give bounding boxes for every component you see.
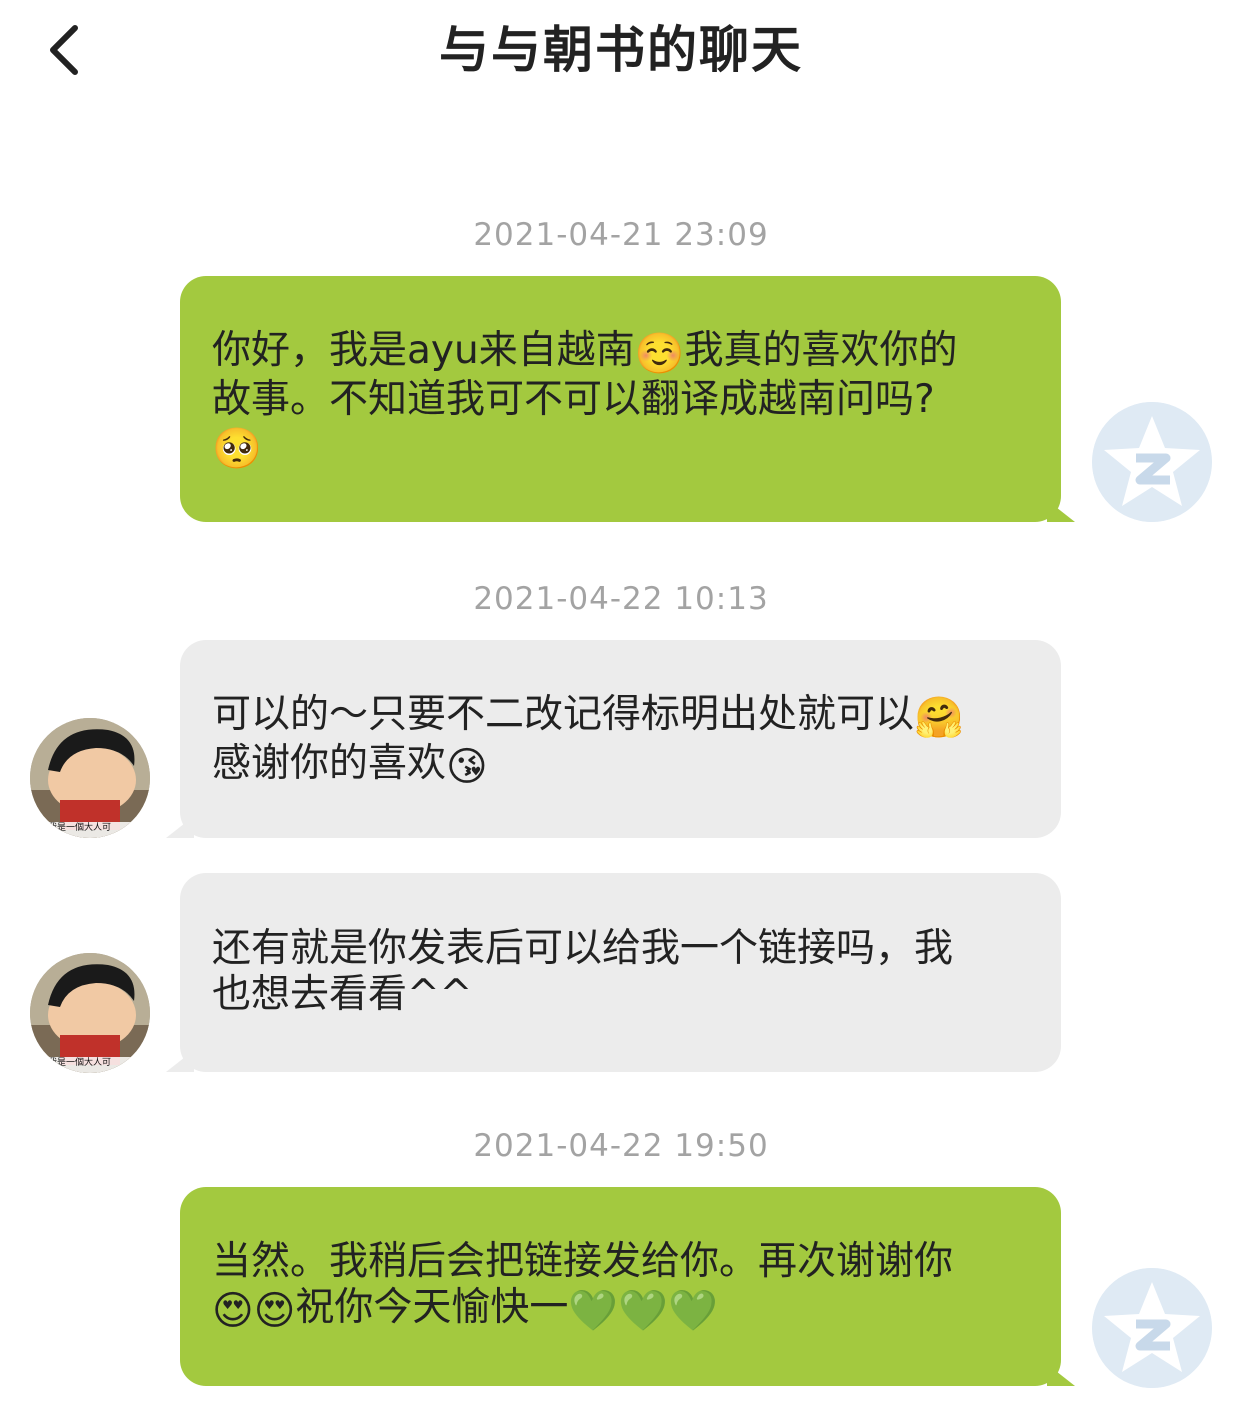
message-line: 🥺: [212, 423, 1021, 472]
message-text: 当然。我稍后会把链接发给你。再次谢谢你 😍😍祝你今天愉快一💚💚💚: [212, 1239, 1021, 1334]
emoji-icon: 🤗: [914, 695, 964, 741]
emoji-icon: 😘: [446, 744, 488, 790]
emoji-icon: 💚: [568, 1288, 619, 1334]
message-text: 你好，我是ayu来自越南☺️我真的喜欢你的 故事。不知道我可不可以翻译成越南问吗?…: [212, 328, 1021, 472]
message-bubble-sent[interactable]: 当然。我稍后会把链接发给你。再次谢谢你 😍😍祝你今天愉快一💚💚💚: [180, 1187, 1075, 1386]
message-text-run: 你好，我是ayu来自越南: [212, 328, 635, 373]
bubble-tail: [1047, 1364, 1075, 1386]
emoji-icon: 😍: [212, 1288, 254, 1334]
timestamp: 2021-04-21 23:09: [473, 217, 769, 253]
message-text-run: 感谢你的喜欢: [212, 741, 447, 786]
message-text-run: 故事。不知道我可不可以翻译成越南问吗?: [212, 377, 935, 422]
message-text-run: 也想去看看^^: [212, 972, 473, 1017]
message-line: 😍😍祝你今天愉快一💚💚💚: [212, 1285, 1021, 1334]
message-bubble-received[interactable]: 可以的～只要不二改记得标明出处就可以🤗 感谢你的喜欢😘: [166, 640, 1061, 838]
message-line: 可以的～只要不二改记得标明出处就可以🤗: [212, 692, 1021, 741]
emoji-icon: ☺️: [634, 331, 685, 377]
message-line: 当然。我稍后会把链接发给你。再次谢谢你: [212, 1239, 1021, 1285]
qq-star-avatar-icon: [1092, 402, 1212, 522]
emoji-icon: 💚: [618, 1288, 669, 1334]
message-line: 感谢你的喜欢😘: [212, 741, 1021, 790]
message-text: 还有就是你发表后可以给我一个链接吗，我 也想去看看^^: [212, 926, 1021, 1018]
emoji-icon: 💚: [668, 1288, 718, 1334]
timestamp: 2021-04-22 10:13: [473, 581, 769, 617]
avatar-caption: 我是一個大人可: [48, 1058, 112, 1068]
qq-star-avatar-icon: [1092, 1268, 1212, 1388]
message-line: 还有就是你发表后可以给我一个链接吗，我: [212, 926, 1021, 972]
message-line: 你好，我是ayu来自越南☺️我真的喜欢你的: [212, 328, 1021, 377]
message-text-run: 可以的～只要不二改记得标明出处就可以: [212, 692, 915, 737]
bubble-tail: [166, 816, 194, 838]
message-text-run: 我真的喜欢你的: [684, 328, 958, 373]
message-text-run: 祝你今天愉快一: [295, 1285, 569, 1330]
cartoon-avatar-icon: [30, 953, 150, 1073]
message-bubble-received[interactable]: 还有就是你发表后可以给我一个链接吗，我 也想去看看^^: [166, 873, 1061, 1072]
bubble-tail: [1047, 500, 1075, 522]
cartoon-avatar-icon: [30, 718, 150, 838]
message-text-run: 当然。我稍后会把链接发给你。再次谢谢你: [212, 1239, 954, 1284]
contact-avatar[interactable]: 我是一個大人可: [30, 718, 150, 838]
message-text-run: 还有就是你发表后可以给我一个链接吗，我: [212, 926, 954, 971]
avatar-caption: 我是一個大人可: [48, 823, 112, 833]
bubble-tail: [166, 1050, 194, 1072]
my-avatar[interactable]: [1092, 402, 1212, 522]
timestamp: 2021-04-22 19:50: [473, 1128, 769, 1164]
my-avatar[interactable]: [1092, 1268, 1212, 1388]
emoji-icon: 😍: [253, 1288, 296, 1334]
message-line: 故事。不知道我可不可以翻译成越南问吗?: [212, 377, 1021, 423]
page-title: 与与朝书的聊天: [439, 21, 803, 79]
message-text: 可以的～只要不二改记得标明出处就可以🤗 感谢你的喜欢😘: [212, 692, 1021, 790]
contact-avatar[interactable]: 我是一個大人可: [30, 953, 150, 1073]
message-line: 也想去看看^^: [212, 972, 1021, 1018]
emoji-icon: 🥺: [212, 426, 262, 472]
message-bubble-sent[interactable]: 你好，我是ayu来自越南☺️我真的喜欢你的 故事。不知道我可不可以翻译成越南问吗?…: [180, 276, 1075, 522]
chat-header: 与与朝书的聊天: [0, 0, 1242, 110]
